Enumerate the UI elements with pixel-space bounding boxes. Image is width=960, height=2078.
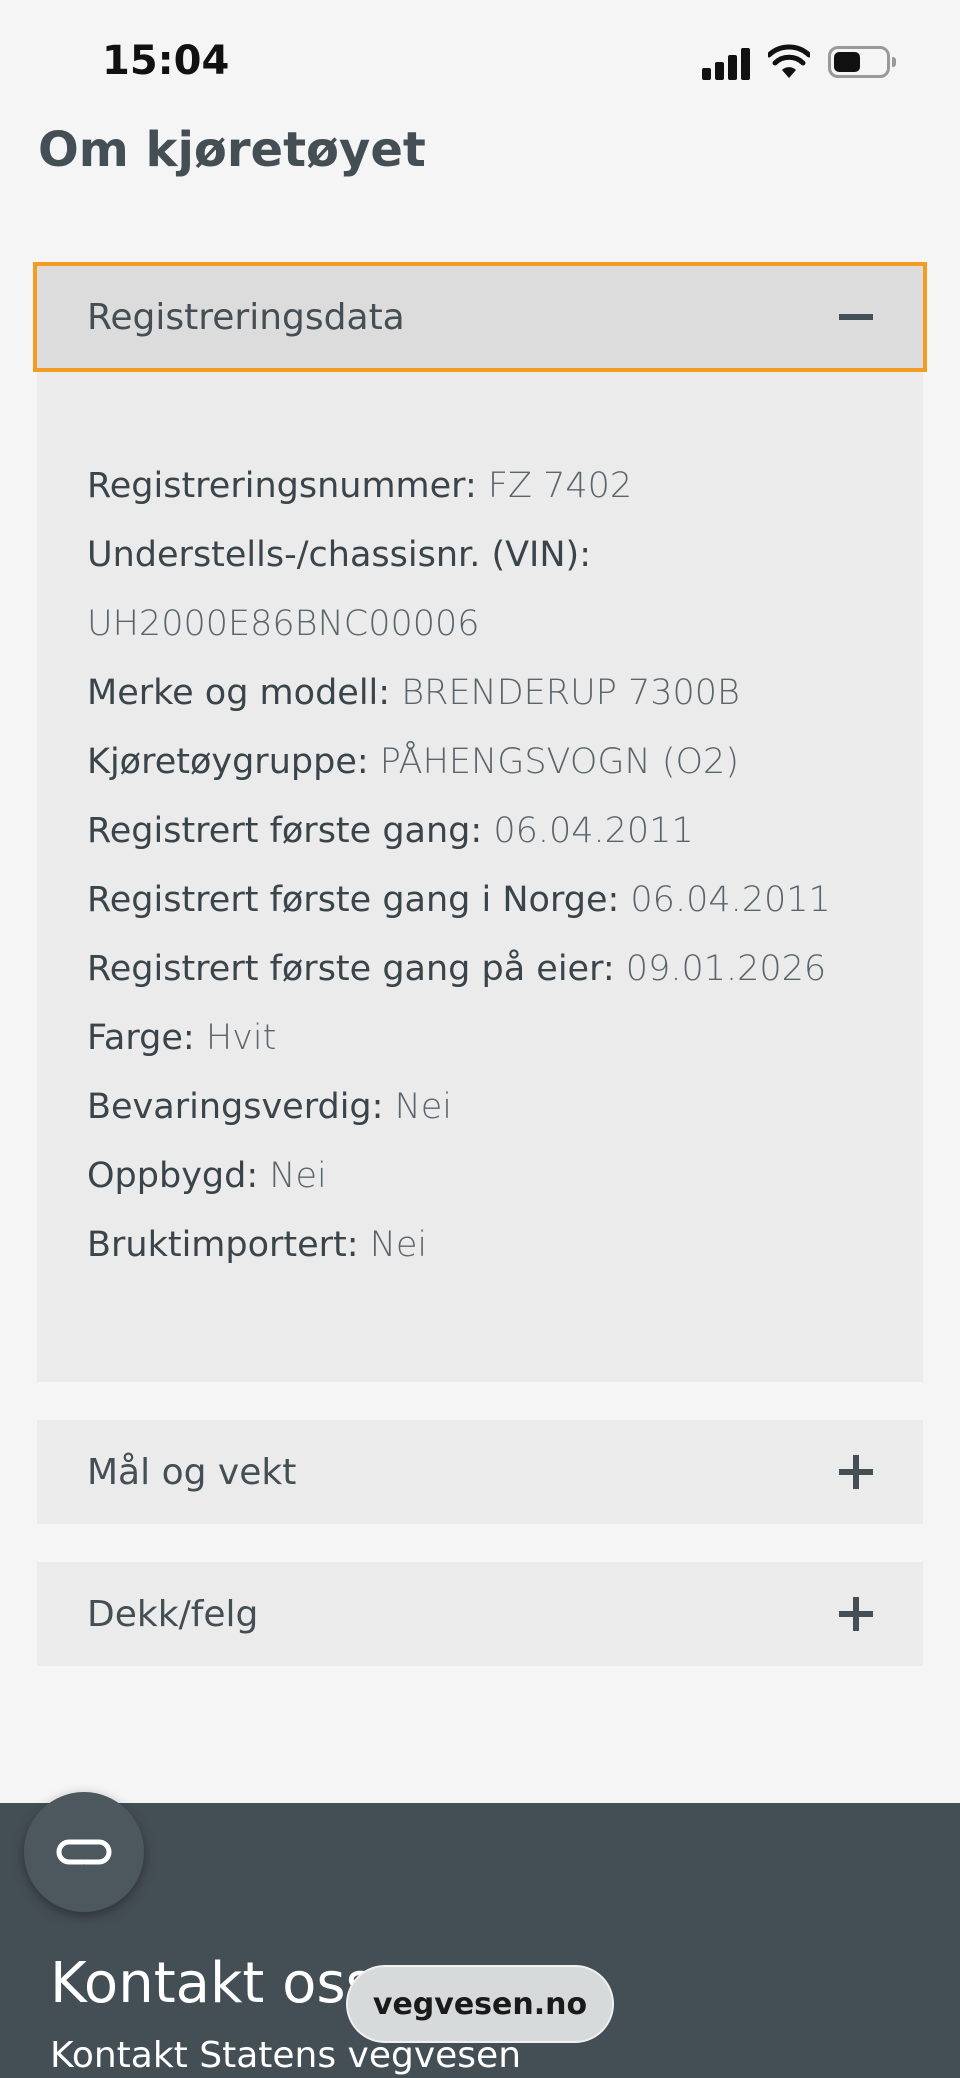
accordion-header-mal-og-vekt[interactable]: Mål og vekt	[37, 1420, 923, 1524]
field-label: Kjøretøygruppe:	[87, 742, 369, 782]
field-value: FZ 7402	[487, 466, 633, 506]
field-value: Nei	[369, 1225, 428, 1265]
field-registrert-forste-gang: Registrert første gang: 06.04.2011	[87, 797, 873, 866]
accordion-title: Mål og vekt	[87, 1451, 297, 1493]
field-label: Registrert første gang i Norge:	[87, 880, 620, 920]
floating-action-button[interactable]	[24, 1792, 144, 1912]
plus-icon	[839, 1597, 873, 1631]
field-value: PÅHENGSVOGN (O2)	[379, 742, 739, 782]
cellular-signal-icon	[702, 46, 752, 80]
status-time: 15:04	[102, 38, 230, 84]
field-label: Registrert første gang på eier:	[87, 949, 615, 989]
field-value: Nei	[394, 1087, 453, 1127]
accordion-header-registreringsdata[interactable]: Registreringsdata	[33, 262, 927, 372]
field-value: 06.04.2011	[493, 811, 694, 851]
field-oppbygd: Oppbygd: Nei	[87, 1142, 873, 1211]
field-vin: Understells-/chassisnr. (VIN): UH2000E86…	[87, 521, 873, 659]
wifi-icon	[768, 44, 810, 78]
field-registrert-forste-gang-norge: Registrert første gang i Norge: 06.04.20…	[87, 866, 873, 935]
field-label: Registreringsnummer:	[87, 466, 477, 506]
field-registrert-forste-gang-eier: Registrert første gang på eier: 09.01.20…	[87, 935, 873, 1004]
plus-icon	[839, 1455, 873, 1489]
accordion-title: Registreringsdata	[87, 296, 405, 338]
battery-icon	[828, 46, 896, 80]
loop-icon	[56, 1839, 112, 1865]
field-value: Hvit	[205, 1018, 277, 1058]
field-value: 06.04.2011	[630, 880, 831, 920]
page: 15:04 Om kjøretøyet Registreringsdata Re…	[0, 0, 960, 2078]
browser-url-pill[interactable]: vegvesen.no	[346, 1965, 614, 2043]
accordion-header-dekk-felg[interactable]: Dekk/felg	[37, 1562, 923, 1666]
field-label: Oppbygd:	[87, 1156, 259, 1196]
field-label: Farge:	[87, 1018, 195, 1058]
field-value: Nei	[269, 1156, 327, 1196]
field-farge: Farge: Hvit	[87, 1004, 873, 1073]
field-value: BRENDERUP 7300B	[401, 673, 740, 713]
field-label: Bevaringsverdig:	[87, 1087, 384, 1127]
status-bar: 15:04	[0, 0, 960, 120]
field-bevaringsverdig: Bevaringsverdig: Nei	[87, 1073, 873, 1142]
field-value: 09.01.2026	[625, 949, 827, 989]
page-title: Om kjøretøyet	[38, 122, 426, 178]
footer-title: Kontakt oss	[50, 1951, 375, 2016]
field-label: Bruktimportert:	[87, 1225, 359, 1265]
accordion-title: Dekk/felg	[87, 1593, 259, 1635]
field-merke-og-modell: Merke og modell: BRENDERUP 7300B	[87, 659, 873, 728]
field-label: Understells-/chassisnr. (VIN):	[87, 535, 591, 575]
field-registreringsnummer: Registreringsnummer: FZ 7402	[87, 452, 873, 521]
field-label: Registrert første gang:	[87, 811, 483, 851]
field-kjoretoygruppe: Kjøretøygruppe: PÅHENGSVOGN (O2)	[87, 728, 873, 797]
field-bruktimportert: Bruktimportert: Nei	[87, 1211, 873, 1280]
field-label: Merke og modell:	[87, 673, 391, 713]
minus-icon	[839, 300, 873, 334]
accordion-panel-registreringsdata: Registreringsnummer: FZ 7402 Understells…	[37, 372, 923, 1382]
field-value: UH2000E86BNC00006	[87, 604, 480, 644]
